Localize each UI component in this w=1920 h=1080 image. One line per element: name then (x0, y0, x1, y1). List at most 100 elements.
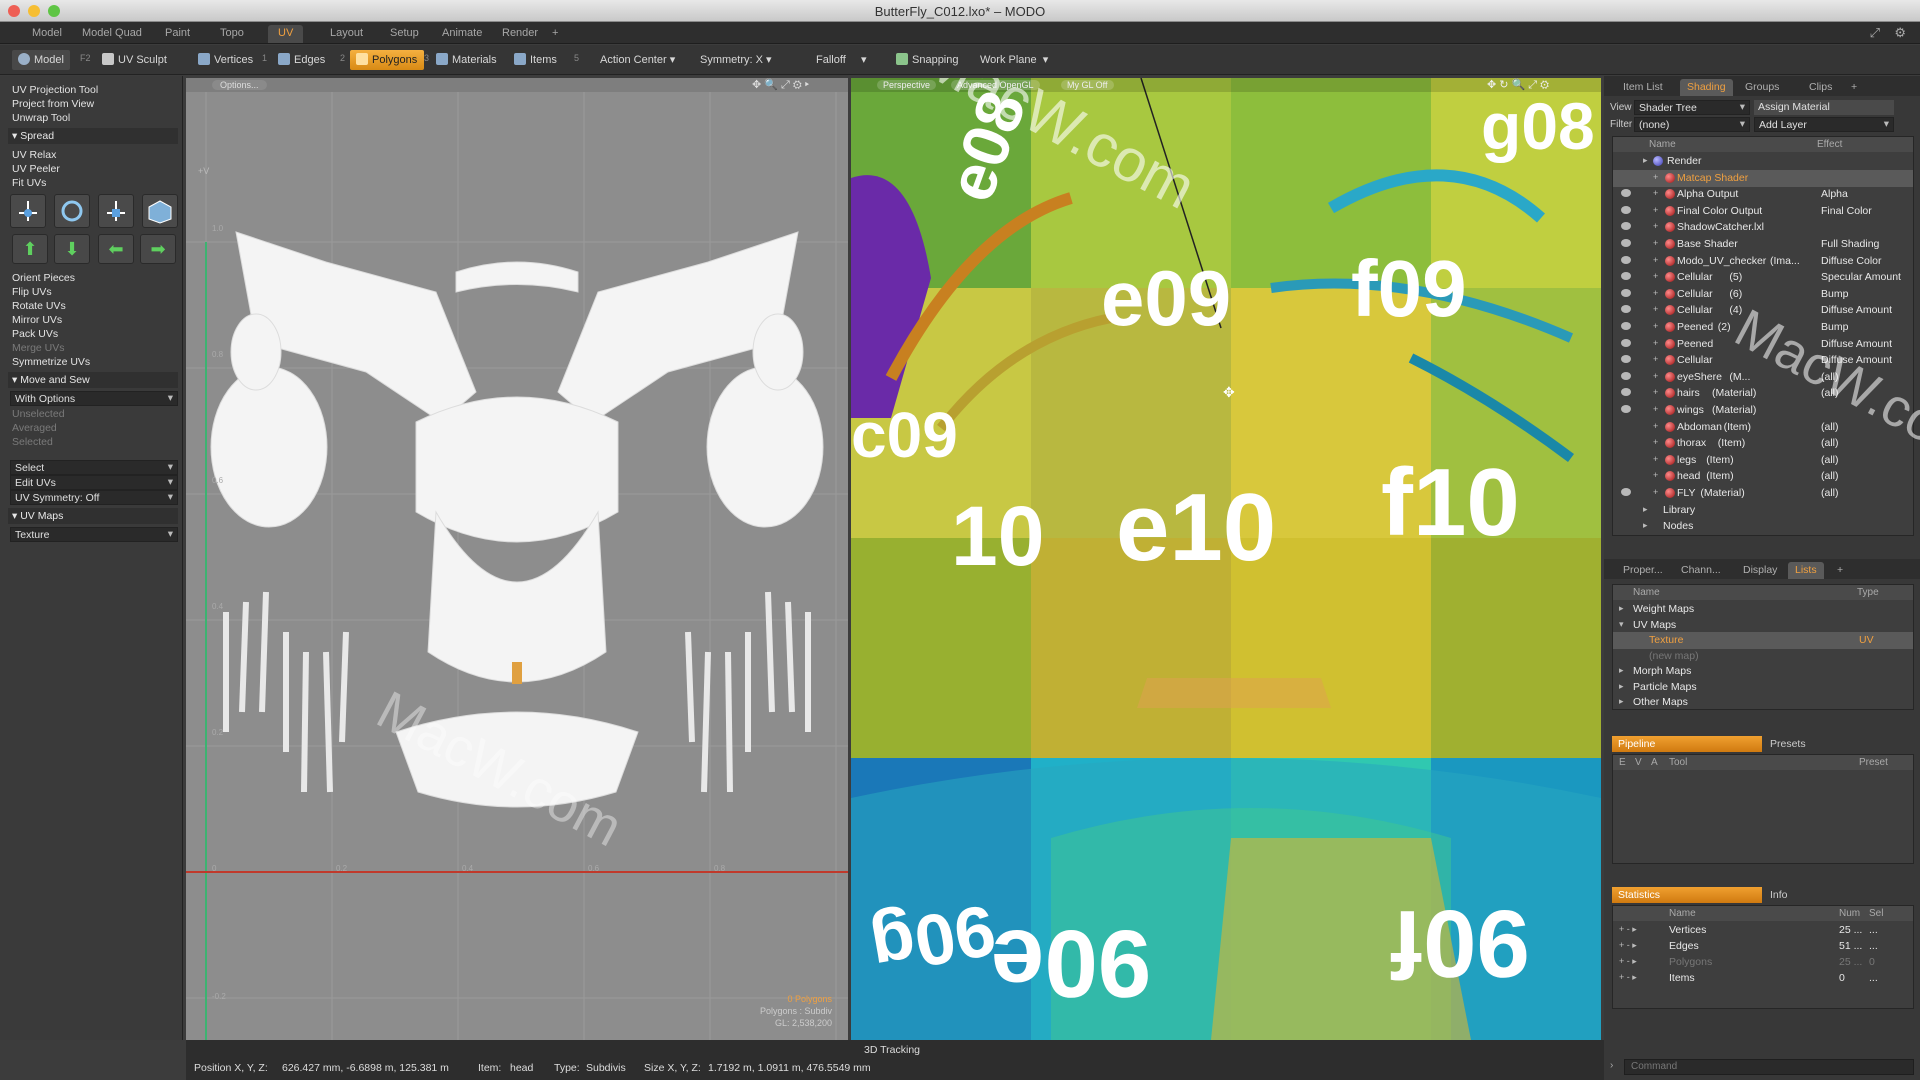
add-tab-button[interactable]: + (1844, 79, 1864, 96)
shader-tree-row[interactable]: ▸ Nodes (1613, 518, 1913, 535)
tab-channels[interactable]: Chann... (1674, 562, 1728, 579)
shader-tree-row[interactable]: + thorax (Item) (all) (1613, 435, 1913, 452)
vertices-button[interactable]: Vertices (192, 50, 259, 70)
expand-icon[interactable]: ⤢ (1870, 25, 1880, 41)
shader-tree-row[interactable]: + Alpha Output Alpha (1613, 186, 1913, 203)
model-mode-button[interactable]: Model (12, 50, 70, 70)
arrow-up-icon[interactable]: ⬆ (12, 234, 48, 264)
expand-toggle-icon[interactable]: + (1653, 404, 1658, 414)
symmetrize-uvs-button[interactable]: Symmetrize UVs (12, 356, 90, 368)
shader-layer-effect[interactable]: (all) (1821, 454, 1839, 466)
shader-layer-effect[interactable]: Diffuse Amount (1821, 304, 1892, 316)
command-input[interactable]: Command (1624, 1059, 1914, 1075)
tab-groups[interactable]: Groups (1738, 79, 1786, 96)
viewport-controls-icon[interactable]: ✥ 🔍 ⤢ ⚙ ▸ (752, 78, 809, 92)
work-plane-dropdown[interactable]: Work Plane ▾ (974, 50, 1054, 70)
project-from-view-button[interactable]: Project from View (12, 98, 94, 110)
shader-tree-row[interactable]: + Cellular (6) Bump (1613, 286, 1913, 303)
tab-uv[interactable]: UV (268, 25, 304, 43)
uv-transform-icon[interactable] (142, 194, 178, 228)
tab-pipeline[interactable]: Pipeline (1612, 736, 1762, 752)
tab-info[interactable]: Info (1764, 889, 1788, 901)
visibility-eye-icon[interactable] (1621, 488, 1631, 496)
statistics-row[interactable]: + - ▸ Vertices 25 ...... (1613, 922, 1913, 939)
shader-tree-row[interactable]: + Cellular (5) Specular Amount (1613, 269, 1913, 286)
expand-toggle-icon[interactable]: + (1653, 371, 1658, 381)
uv-maps-section[interactable]: ▾ UV Maps (8, 508, 178, 524)
unselected-option[interactable]: Unselected (12, 408, 65, 420)
tab-topo[interactable]: Topo (210, 25, 254, 43)
edges-button[interactable]: Edges (272, 50, 331, 70)
expand-toggle-icon[interactable]: + (1653, 172, 1658, 182)
expand-toggle-icon[interactable]: + (1653, 338, 1658, 348)
options-button[interactable]: Options... (212, 80, 267, 90)
unwrap-tool-button[interactable]: Unwrap Tool (12, 112, 70, 124)
shader-tree-row[interactable]: ▸ Render (1613, 153, 1913, 170)
visibility-eye-icon[interactable] (1621, 338, 1631, 347)
expand-toggle-icon[interactable]: + (1653, 238, 1658, 248)
visibility-eye-icon[interactable] (1621, 189, 1631, 198)
edit-uvs-dropdown[interactable]: Edit UVs (10, 475, 178, 490)
tab-statistics[interactable]: Statistics (1612, 887, 1762, 903)
vertex-map-row[interactable]: ▸ Particle Maps (1613, 679, 1913, 696)
shader-tree-row[interactable]: + FLY (Material) (all) (1613, 485, 1913, 502)
visibility-eye-icon[interactable] (1621, 305, 1631, 314)
tab-animate[interactable]: Animate (432, 25, 492, 43)
expand-toggle-icon[interactable]: + (1653, 487, 1658, 497)
shader-tree-row[interactable]: + Matcap Shader (1613, 169, 1913, 187)
materials-button[interactable]: Materials (430, 50, 503, 70)
arrow-down-icon[interactable]: ⬇ (54, 234, 90, 264)
shader-layer-effect[interactable]: Specular Amount (1821, 271, 1901, 283)
expand-toggle-icon[interactable]: + (1653, 188, 1658, 198)
expand-toggle-icon[interactable]: + (1653, 437, 1658, 447)
uv-rotate-icon[interactable] (54, 194, 90, 228)
expand-toggle-icon[interactable]: ▸ (1619, 603, 1624, 614)
viewport-controls-icon[interactable]: ✥ ↻ 🔍 ⤢ ⚙ (1487, 78, 1549, 92)
visibility-eye-icon[interactable] (1621, 405, 1631, 413)
shader-layer-effect[interactable]: (all) (1821, 487, 1839, 499)
texture-dropdown[interactable]: Texture (10, 527, 178, 542)
shader-tree-row[interactable]: + Modo_UV_checker (Ima... Diffuse Color (1613, 253, 1913, 270)
uv-peeler-button[interactable]: UV Peeler (12, 163, 60, 175)
visibility-eye-icon[interactable] (1621, 272, 1631, 281)
expand-toggle-icon[interactable]: + (1653, 321, 1658, 331)
vertex-map-row[interactable]: (new map) (1613, 648, 1913, 665)
arrow-right-icon[interactable]: ➡ (140, 234, 176, 264)
tab-display[interactable]: Display (1736, 562, 1784, 579)
polygons-button[interactable]: Polygons (350, 50, 424, 70)
visibility-eye-icon[interactable] (1621, 255, 1631, 264)
uv-move-icon[interactable] (10, 194, 46, 228)
arrow-left-icon[interactable]: ⬅ (98, 234, 134, 264)
vertex-map-row[interactable]: ▾ UV Maps (1613, 617, 1913, 634)
averaged-option[interactable]: Averaged (12, 422, 57, 434)
shader-layer-effect[interactable]: Diffuse Color (1821, 255, 1882, 267)
vertex-map-row[interactable]: ▸ Morph Maps (1613, 663, 1913, 680)
action-center-dropdown[interactable]: Action Center ▾ (594, 50, 681, 70)
perspective-viewport[interactable]: e09 f09 c09 10 e10 f10 90e 90f 90g e08 g… (851, 78, 1601, 1040)
visibility-eye-icon[interactable] (1621, 288, 1631, 297)
expand-toggle-icon[interactable]: + (1653, 387, 1658, 397)
statistics-row[interactable]: + - ▸ Polygons 25 ... 0 (1613, 954, 1913, 971)
gear-icon[interactable]: ⚙ (1894, 25, 1906, 41)
expand-toggle-icon[interactable]: + (1653, 470, 1658, 480)
expand-toggle-icon[interactable]: ▸ (1619, 681, 1624, 692)
expand-toggle-icon[interactable]: + (1653, 454, 1658, 464)
shader-tree-row[interactable]: + ShadowCatcher.lxl (1613, 219, 1913, 236)
statistics-row[interactable]: + - ▸ Items 0... (1613, 970, 1913, 987)
assign-material-button[interactable]: Assign Material (1754, 100, 1894, 115)
uv-symmetry-dropdown[interactable]: UV Symmetry: Off (10, 490, 178, 505)
items-button[interactable]: Items (508, 50, 563, 70)
plus-minus-icon[interactable]: + - ▸ (1619, 924, 1637, 935)
with-options-dropdown[interactable]: With Options (10, 391, 178, 406)
shader-tree-row[interactable]: + legs (Item) (all) (1613, 452, 1913, 469)
tab-shading[interactable]: Shading (1680, 79, 1733, 96)
vertex-map-row[interactable]: Texture UV (1613, 632, 1913, 649)
flip-uvs-button[interactable]: Flip UVs (12, 286, 52, 298)
expand-toggle-icon[interactable]: ▸ (1619, 696, 1624, 707)
shader-layer-effect[interactable]: (all) (1821, 470, 1839, 482)
add-tab-button[interactable]: + (1830, 562, 1850, 579)
add-layer-dropdown[interactable]: Add Layer (1754, 117, 1894, 132)
plus-minus-icon[interactable]: + - ▸ (1619, 940, 1637, 951)
tab-model[interactable]: Model (22, 25, 72, 43)
move-and-sew-section[interactable]: ▾ Move and Sew (8, 372, 178, 388)
